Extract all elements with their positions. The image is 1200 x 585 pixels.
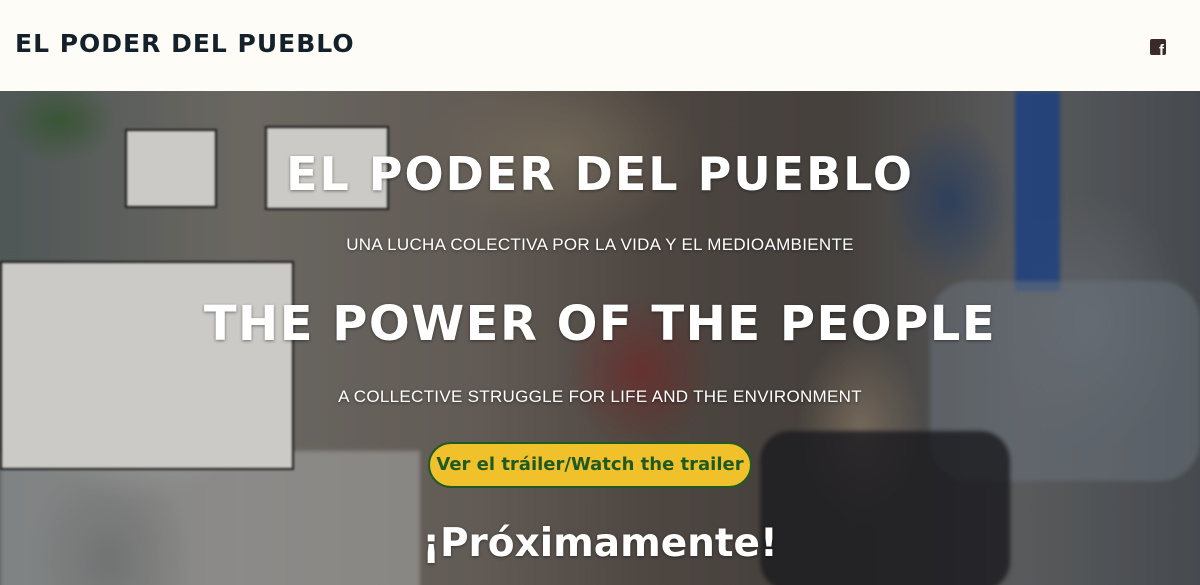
hero-title-en: THE POWER OF THE PEOPLE: [203, 296, 997, 352]
hero-subtitle-es: UNA LUCHA COLECTIVA POR LA VIDA Y EL MED…: [346, 235, 854, 254]
watch-trailer-button[interactable]: Ver el tráiler/Watch the trailer: [428, 442, 752, 488]
hero-subtitle-en: A COLLECTIVE STRUGGLE FOR LIFE AND THE E…: [338, 387, 862, 406]
site-title[interactable]: EL PODER DEL PUEBLO: [15, 29, 355, 58]
hero-title-es: EL PODER DEL PUEBLO: [286, 147, 914, 201]
facebook-glyph: f: [1159, 42, 1164, 55]
facebook-icon[interactable]: f: [1150, 39, 1166, 55]
site-header: EL PODER DEL PUEBLO f: [0, 0, 1200, 91]
hero-banner: EL PODER DEL PUEBLO UNA LUCHA COLECTIVA …: [0, 91, 1200, 585]
coming-soon-text: ¡Próximamente!: [422, 521, 778, 566]
